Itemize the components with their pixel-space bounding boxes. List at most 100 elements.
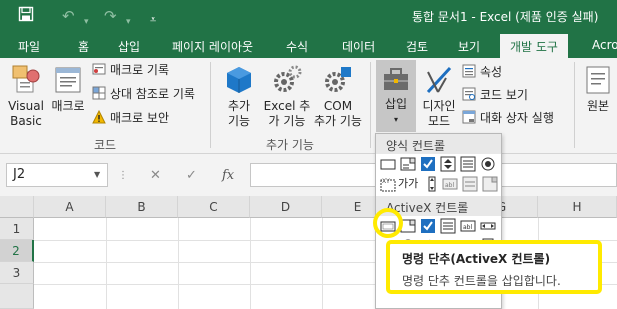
svg-text:XY: XY — [382, 178, 390, 185]
macro-security-label: 매크로 보안 — [110, 111, 170, 125]
design-mode-icon — [426, 66, 452, 94]
excel-addin-label-1: Excel 추 — [263, 99, 311, 113]
column-header[interactable]: D — [250, 196, 322, 218]
tab-formulas[interactable]: 수식 — [286, 38, 308, 55]
save-icon[interactable] — [18, 6, 34, 27]
grid-line — [106, 218, 107, 309]
code-group-label: 코드 — [94, 138, 117, 152]
properties-label: 속성 — [480, 65, 503, 79]
tab-insert[interactable]: 삽입 — [118, 38, 140, 55]
xml-source-icon — [586, 66, 610, 94]
tab-data[interactable]: 데이터 — [342, 38, 375, 55]
ribbon-separator — [370, 62, 371, 148]
xml-source-label: 원본 — [586, 99, 610, 113]
column-header[interactable]: C — [178, 196, 250, 218]
undo-icon[interactable]: ↶ — [62, 6, 75, 26]
form-combo-list-edit-icon[interactable] — [462, 176, 478, 192]
tab-home[interactable]: 홈 — [78, 38, 89, 55]
form-checkbox-icon[interactable] — [420, 156, 436, 172]
formula-bar: J2 ▼ ⋮ ✕ ✓ fx — [0, 154, 617, 196]
form-scroll-bar-icon[interactable] — [424, 176, 440, 192]
properties-button[interactable]: 속성 — [462, 64, 502, 80]
activex-checkbox-icon[interactable] — [420, 218, 436, 234]
column-header[interactable]: B — [106, 196, 178, 218]
grid-line — [250, 218, 251, 309]
relative-reference-icon — [92, 86, 106, 100]
view-code-label: 코드 보기 — [480, 88, 528, 102]
form-button-icon[interactable] — [380, 156, 396, 172]
activex-text-box-icon[interactable]: abl — [460, 218, 476, 234]
design-mode-button[interactable]: 디자인 모드 — [418, 64, 460, 129]
form-list-box-icon[interactable] — [460, 156, 476, 172]
command-button-highlight — [373, 208, 403, 238]
com-addin-button[interactable]: COM 추가 기능 — [310, 64, 366, 129]
com-addin-label-2: 추가 기능 — [314, 114, 362, 128]
design-mode-label-1: 디자인 — [422, 99, 456, 113]
column-header[interactable]: A — [34, 196, 106, 218]
ribbon-tabs: 파일 홈 삽입 페이지 레이아웃 수식 데이터 검토 보기 개발 도구 Acro — [0, 32, 617, 58]
form-label-icon[interactable]: 가가 — [398, 176, 422, 192]
row-header[interactable]: 3 — [0, 262, 34, 284]
run-dialog-button[interactable]: 대화 상자 실행 — [462, 110, 554, 126]
activex-list-box-icon[interactable] — [440, 218, 456, 234]
visual-basic-button[interactable]: Visual Basic — [4, 64, 48, 129]
formula-bar-grip-icon: ⋮ — [118, 170, 128, 181]
addin-label-2: 기능 — [227, 114, 251, 128]
properties-icon — [462, 64, 476, 78]
run-dialog-label: 대화 상자 실행 — [480, 111, 554, 125]
macro-button[interactable]: 매크로 — [48, 64, 88, 114]
undo-dropdown-icon[interactable]: ▾ — [84, 12, 89, 32]
row-header[interactable]: 1 — [0, 218, 34, 240]
insert-control-label: 삽입 — [384, 97, 408, 111]
macro-security-button[interactable]: 매크로 보안 — [92, 110, 169, 126]
grid-line — [178, 218, 179, 309]
xml-source-button[interactable]: 원본 — [580, 64, 616, 114]
insert-control-button[interactable]: 삽입 ▾ — [376, 60, 416, 132]
enter-icon[interactable]: ✓ — [186, 168, 197, 183]
cancel-icon[interactable]: ✕ — [150, 168, 161, 183]
com-addin-icon — [325, 67, 351, 92]
svg-text:abl: abl — [463, 224, 472, 231]
insert-dropdown-icon: ▾ — [393, 115, 398, 124]
record-macro-icon — [92, 63, 106, 75]
relative-reference-label: 상대 참조로 기록 — [110, 87, 195, 101]
tab-file[interactable]: 파일 — [18, 38, 40, 55]
form-group-box-icon[interactable]: XY — [380, 176, 396, 192]
tab-developer[interactable]: 개발 도구 — [500, 34, 568, 58]
redo-icon[interactable]: ↷ — [104, 6, 117, 26]
excel-addin-button[interactable]: Excel 추 가 기능 — [260, 64, 314, 129]
tab-acrobat[interactable]: Acro — [592, 38, 617, 52]
form-combo-drop-edit-icon[interactable] — [482, 176, 498, 192]
tab-review[interactable]: 검토 — [406, 38, 428, 55]
record-macro-button[interactable]: 매크로 기록 — [92, 62, 169, 78]
tooltip-title: 명령 단추(ActiveX 컨트롤) — [402, 252, 551, 266]
tab-view[interactable]: 보기 — [458, 38, 480, 55]
run-dialog-icon — [462, 110, 476, 124]
macro-label: 매크로 — [51, 99, 85, 113]
customize-icon[interactable]: ⩡ — [150, 10, 156, 30]
ribbon-separator — [574, 62, 575, 148]
record-macro-label: 매크로 기록 — [110, 63, 170, 77]
name-box-dropdown-icon[interactable]: ▼ — [94, 170, 100, 179]
form-option-button-icon[interactable] — [480, 156, 496, 172]
form-text-field-icon[interactable]: abl — [442, 176, 458, 192]
addins-group-label: 추가 기능 — [266, 138, 314, 152]
addin-button[interactable]: 추가 기능 — [218, 64, 260, 129]
form-spin-button-icon[interactable] — [440, 156, 456, 172]
com-addin-label-1: COM — [323, 99, 353, 113]
activex-scroll-bar-icon[interactable] — [480, 218, 496, 234]
column-header[interactable]: H — [538, 196, 617, 218]
relative-reference-button[interactable]: 상대 참조로 기록 — [92, 86, 195, 102]
select-all-corner[interactable] — [0, 196, 34, 218]
row-header[interactable] — [0, 284, 34, 309]
row-header-selected[interactable]: 2 — [0, 240, 34, 262]
design-mode-label-2: 모드 — [427, 114, 451, 128]
name-box[interactable]: J2 — [6, 163, 108, 187]
window-title: 통합 문서1 - Excel (제품 인증 실패) — [412, 10, 599, 24]
gear-icon — [274, 65, 302, 92]
view-code-button[interactable]: 코드 보기 — [462, 87, 528, 103]
redo-dropdown-icon[interactable]: ▾ — [126, 12, 131, 32]
insert-function-icon[interactable]: fx — [222, 168, 234, 183]
tab-page-layout[interactable]: 페이지 레이아웃 — [172, 38, 253, 55]
form-combo-box-icon[interactable] — [400, 156, 416, 172]
